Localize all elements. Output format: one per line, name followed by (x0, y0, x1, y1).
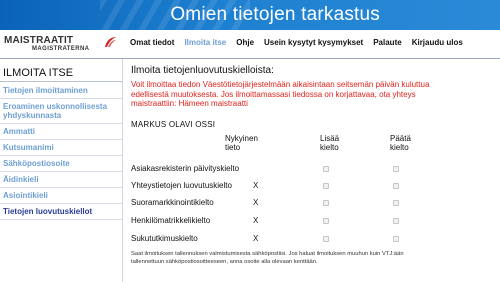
nav-omat-tiedot[interactable]: Omat tiedot (130, 38, 174, 52)
add-ban-checkbox[interactable] (323, 183, 329, 189)
table-row: Asiakasrekisterin päivityskielto (131, 164, 491, 176)
nav-ilmoita-itse[interactable]: Ilmoita itse (184, 38, 226, 52)
section-heading: Ilmoita tietojenluovutuskielloista: (131, 65, 274, 76)
row-label: Asiakasrekisterin päivityskielto (131, 164, 240, 173)
page-title: Omien tietojen tarkastus (170, 4, 380, 25)
row-label: Yhteystietojen luovutuskielto (131, 181, 232, 190)
column-header-end: Päätä kielto (390, 134, 411, 152)
sidebar-border (122, 59, 123, 282)
sidebar-item-eroaminen[interactable]: Eroaminen uskonnollisesta yhdyskunnasta (0, 99, 122, 124)
add-ban-checkbox[interactable] (323, 166, 329, 172)
column-header-add: Lisää kielto (320, 134, 340, 152)
top-navigation: Omat tiedot Ilmoita itse Ohje Usein kysy… (130, 38, 473, 52)
sidebar-item-luovutuskiellot[interactable]: Tietojen luovutuskiellot (0, 204, 122, 220)
header-divider (0, 58, 500, 59)
end-ban-checkbox[interactable] (393, 183, 399, 189)
add-ban-checkbox[interactable] (323, 236, 329, 242)
table-row: Henkilömatrikkelikielto X (131, 216, 491, 228)
nav-kirjaudu-ulos[interactable]: Kirjaudu ulos (412, 38, 463, 52)
sidebar: Tietojen ilmoittaminen Eroaminen uskonno… (0, 83, 122, 220)
sidebar-item-aidinkieli[interactable]: Äidinkieli (0, 172, 122, 188)
add-ban-checkbox[interactable] (323, 218, 329, 224)
sidebar-heading: ILMOITA ITSE (3, 67, 74, 79)
current-value: X (253, 234, 259, 243)
end-ban-checkbox[interactable] (393, 236, 399, 242)
sidebar-divider (0, 81, 122, 82)
warning-message: Voit ilmoittaa tiedon Väestötietojärjest… (131, 80, 430, 108)
row-label: Suoramarkkinointikielto (131, 198, 214, 207)
current-value: X (253, 198, 259, 207)
logo-text-primary: MAISTRAATIT (4, 35, 74, 46)
logo-swoosh-icon (105, 37, 116, 47)
nav-ohje[interactable]: Ohje (236, 38, 254, 52)
row-label: Henkilömatrikkelikielto (131, 216, 211, 225)
sidebar-item-sahkopostiosoite[interactable]: Sähköpostiosoite (0, 156, 122, 172)
sidebar-item-asiointikieli[interactable]: Asiointikieli (0, 188, 122, 204)
sidebar-item-ammatti[interactable]: Ammatti (0, 124, 122, 140)
column-header-current: Nykyinen tieto (225, 134, 258, 152)
row-label: Sukututkimuskielto (131, 234, 198, 243)
table-row: Yhteystietojen luovutuskielto X (131, 181, 491, 193)
table-row: Sukututkimuskielto X (131, 234, 491, 246)
end-ban-checkbox[interactable] (393, 166, 399, 172)
maistraatit-logo[interactable]: MAISTRAATIT MAGISTRATERNA (4, 35, 120, 57)
end-ban-checkbox[interactable] (393, 200, 399, 206)
header-banner: Omien tietojen tarkastus (0, 0, 500, 30)
current-value: X (253, 181, 259, 190)
sidebar-item-kutsumanimi[interactable]: Kutsumanimi (0, 140, 122, 156)
email-notice: Saat ilmoituksen tallennuksen valmistumi… (131, 251, 404, 265)
person-name: MARKUS OLAVI OSSI (131, 120, 216, 129)
table-row: Suoramarkkinointikielto X (131, 198, 491, 210)
current-value: X (253, 216, 259, 225)
end-ban-checkbox[interactable] (393, 218, 399, 224)
logo-text-secondary: MAGISTRATERNA (32, 46, 90, 52)
nav-palaute[interactable]: Palaute (373, 38, 401, 52)
add-ban-checkbox[interactable] (323, 200, 329, 206)
sidebar-item-tietojen-ilmoittaminen[interactable]: Tietojen ilmoittaminen (0, 83, 122, 99)
nav-usein-kysytyt[interactable]: Usein kysytyt kysymykset (264, 38, 363, 52)
